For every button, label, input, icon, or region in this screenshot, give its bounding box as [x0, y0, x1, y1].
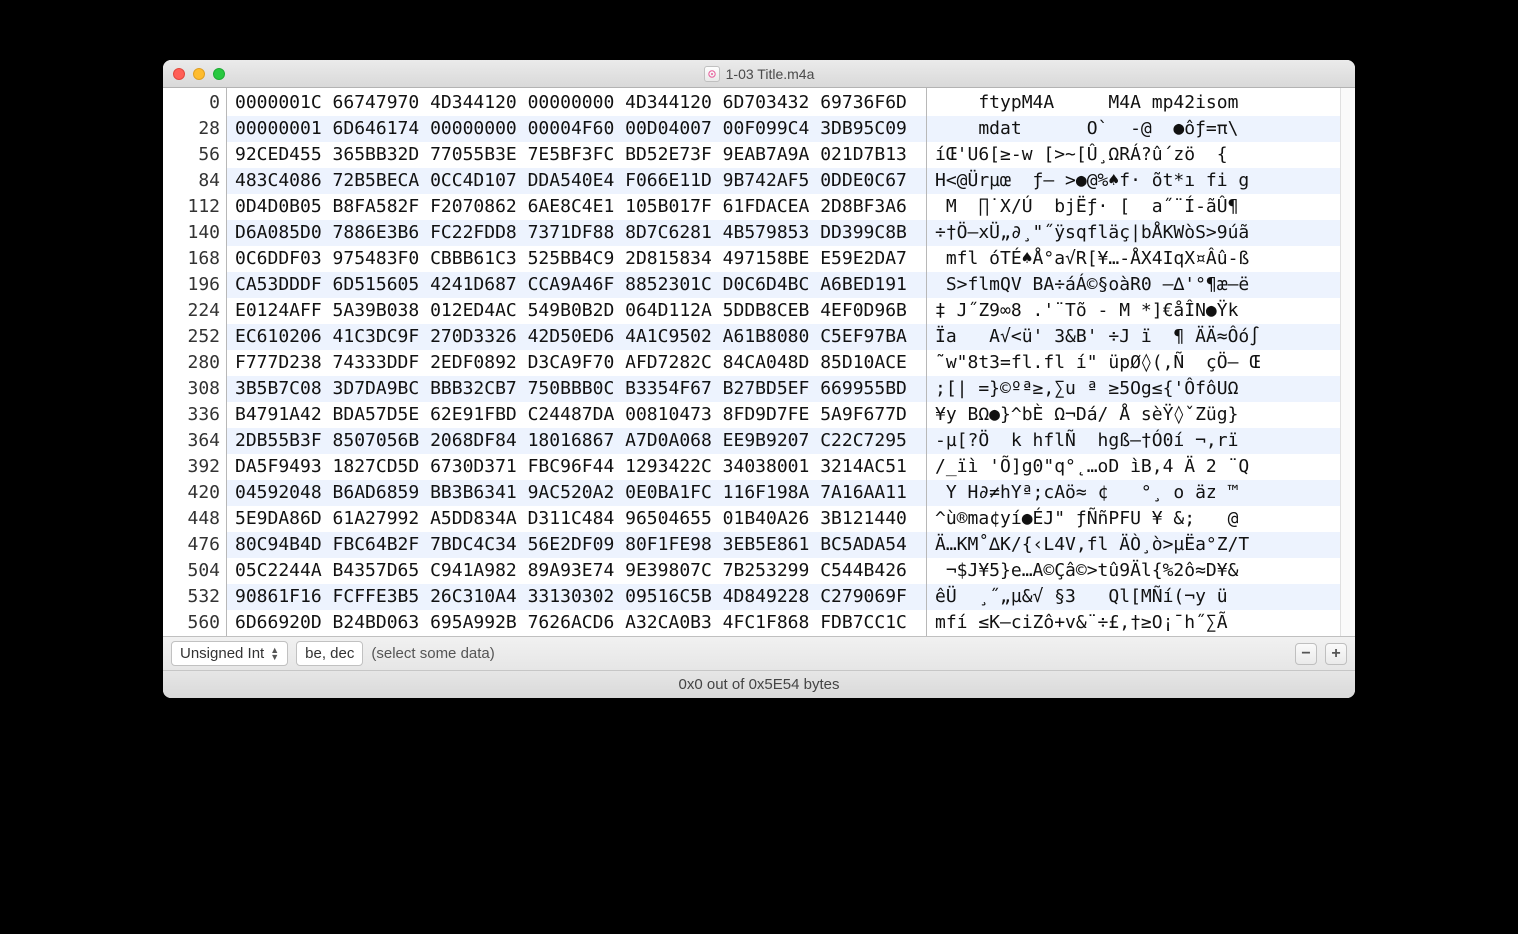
minimize-button[interactable] — [193, 68, 205, 80]
hex-row[interactable]: CA53DDDF 6D515605 4241D687 CCA9A46F 8852… — [227, 272, 926, 298]
window-controls — [163, 68, 225, 80]
ascii-row[interactable]: mdat O` -@ ●ôƒ=π\ — [927, 116, 1340, 142]
window-title: 1-03 Title.m4a — [726, 66, 815, 82]
offset-cell: 476 — [163, 532, 226, 558]
ascii-row[interactable]: ftypM4A M4A mp42isom — [927, 90, 1340, 116]
status-text: 0x0 out of 0x5E54 bytes — [679, 676, 840, 693]
hex-row[interactable]: D6A085D0 7886E3B6 FC22FDD8 7371DF88 8D7C… — [227, 220, 926, 246]
hex-row[interactable]: 2DB55B3F 8507056B 2068DF84 18016867 A7D0… — [227, 428, 926, 454]
zoom-button[interactable] — [213, 68, 225, 80]
ascii-row[interactable]: ‡ J˝Z9∞8 .'¨Tõ - M *]€åÎN●Ÿk — [927, 298, 1340, 324]
hex-row[interactable]: 90861F16 FCFFE3B5 26C310A4 33130302 0951… — [227, 584, 926, 610]
offset-cell: 392 — [163, 454, 226, 480]
offset-cell: 364 — [163, 428, 226, 454]
ascii-row[interactable]: mfí ≤K—ciZô+v&¨÷£,†≥O¡¯h˝∑Ã — [927, 610, 1340, 636]
ascii-row[interactable]: ;[| =}©ºª≥,∑u ª ≥5Og≤{'ÔfôUΩ — [927, 376, 1340, 402]
data-type-selector[interactable]: Unsigned Int ▲▼ — [171, 641, 288, 666]
ascii-column[interactable]: ftypM4A M4A mp42isom mdat O` -@ ●ôƒ=π\íŒ… — [927, 88, 1340, 636]
hex-row[interactable]: E0124AFF 5A39B038 012ED4AC 549B0B2D 064D… — [227, 298, 926, 324]
hex-editor-window: 1-03 Title.m4a 0285684112140168196224252… — [163, 60, 1355, 698]
offset-cell: 196 — [163, 272, 226, 298]
offset-cell: 308 — [163, 376, 226, 402]
offset-cell: 28 — [163, 116, 226, 142]
status-bar: 0x0 out of 0x5E54 bytes — [163, 670, 1355, 698]
ascii-row[interactable]: Y H∂≠hYª;cAö≈ ¢ °¸ o äz ™ — [927, 480, 1340, 506]
offset-cell: 84 — [163, 168, 226, 194]
hex-row[interactable]: EC610206 41C3DC9F 270D3326 42D50ED6 4A1C… — [227, 324, 926, 350]
offset-cell: 532 — [163, 584, 226, 610]
ascii-row[interactable]: /_ïì 'Õ]g0"q°˛…oD ìB,4 Ä 2 ¨Q — [927, 454, 1340, 480]
hex-row[interactable]: F777D238 74333DDF 2EDF0892 D3CA9F70 AFD7… — [227, 350, 926, 376]
offset-column: 0285684112140168196224252280308336364392… — [163, 88, 227, 636]
hex-row[interactable]: 80C94B4D FBC64B2F 7BDC4C34 56E2DF09 80F1… — [227, 532, 926, 558]
offset-cell: 420 — [163, 480, 226, 506]
ascii-row[interactable]: S>flmQV BA÷áÁ©§oàR0 —∆'°¶æ—ë — [927, 272, 1340, 298]
offset-cell: 448 — [163, 506, 226, 532]
file-icon — [704, 66, 720, 82]
format-label: be, dec — [305, 645, 354, 662]
data-type-label: Unsigned Int — [180, 645, 264, 662]
ascii-row[interactable]: Ä…KM˚∆K/{‹L4V,fl ÄÒ¸ò>µËa°Z/T — [927, 532, 1340, 558]
titlebar[interactable]: 1-03 Title.m4a — [163, 60, 1355, 88]
offset-cell: 560 — [163, 610, 226, 636]
hex-row[interactable]: 05C2244A B4357D65 C941A982 89A93E74 9E39… — [227, 558, 926, 584]
vertical-scrollbar[interactable] — [1340, 88, 1355, 636]
hex-row[interactable]: DA5F9493 1827CD5D 6730D371 FBC96F44 1293… — [227, 454, 926, 480]
offset-cell: 140 — [163, 220, 226, 246]
close-button[interactable] — [173, 68, 185, 80]
plus-button[interactable]: + — [1325, 643, 1347, 665]
hex-row[interactable]: 0C6DDF03 975483F0 CBBB61C3 525BB4C9 2D81… — [227, 246, 926, 272]
offset-cell: 252 — [163, 324, 226, 350]
ascii-row[interactable]: Ïa A√<ü' 3&B' ÷J ï ¶ ÄÄ≈Ôó∫ — [927, 324, 1340, 350]
hex-row[interactable]: B4791A42 BDA57D5E 62E91FBD C24487DA 0081… — [227, 402, 926, 428]
hex-row[interactable]: 0000001C 66747970 4D344120 00000000 4D34… — [227, 90, 926, 116]
ascii-row[interactable]: êÜ ¸˝„µ&√ §3 Ql[MÑí(¬y ü — [927, 584, 1340, 610]
hex-row[interactable]: 5E9DA86D 61A27992 A5DD834A D311C484 9650… — [227, 506, 926, 532]
ascii-row[interactable]: íŒ'U6[≥-w [>~[Û¸ΩRÁ?û´zö { — [927, 142, 1340, 168]
ascii-row[interactable]: ¬$J¥5}e…A©Çâ©>tû9Äl{%2ô≈D¥& — [927, 558, 1340, 584]
offset-cell: 336 — [163, 402, 226, 428]
inspector-bar: Unsigned Int ▲▼ be, dec (select some dat… — [163, 636, 1355, 670]
format-selector[interactable]: be, dec — [296, 641, 363, 666]
hex-row[interactable]: 00000001 6D646174 00000000 00004F60 00D0… — [227, 116, 926, 142]
hex-row[interactable]: 0D4D0B05 B8FA582F F2070862 6AE8C4E1 105B… — [227, 194, 926, 220]
hex-row[interactable]: 92CED455 365BB32D 77055B3E 7E5BF3FC BD52… — [227, 142, 926, 168]
ascii-row[interactable]: ˜w"8t3=fl.fl í" üpØ◊(,Ñ çÖ— Œ — [927, 350, 1340, 376]
hex-row[interactable]: 04592048 B6AD6859 BB3B6341 9AC520A2 0E0B… — [227, 480, 926, 506]
hex-row[interactable]: 3B5B7C08 3D7DA9BC BBB32CB7 750BBB0C B335… — [227, 376, 926, 402]
ascii-row[interactable]: mfl óTÉ♠Å°a√R[¥…-ÅX4IqX¤Âû-ß — [927, 246, 1340, 272]
hex-column[interactable]: 0000001C 66747970 4D344120 00000000 4D34… — [227, 88, 927, 636]
updown-icon: ▲▼ — [270, 647, 279, 661]
ascii-row[interactable]: ^ù®ma¢yí●ÉJ" ƒÑñPFU ¥ &; @ — [927, 506, 1340, 532]
ascii-row[interactable]: H<@Ürµœ ƒ— >●@%♠f· õt*ı fi g — [927, 168, 1340, 194]
ascii-row[interactable]: ÷†Ö—xÜ„∂¸"˝ÿsqfläç|bÅKWòS>9úã — [927, 220, 1340, 246]
ascii-row[interactable]: -µ[?Ö k hflÑ hgß—†Ó0í ¬,rï — [927, 428, 1340, 454]
offset-cell: 112 — [163, 194, 226, 220]
hex-row[interactable]: 483C4086 72B5BECA 0CC4D107 DDA540E4 F066… — [227, 168, 926, 194]
ascii-row[interactable]: ¥y BΩ●}^bÈ Ω¬Dá/ Å sèŸ◊ˇZüg} — [927, 402, 1340, 428]
offset-cell: 0 — [163, 90, 226, 116]
title-wrap: 1-03 Title.m4a — [163, 66, 1355, 82]
offset-cell: 168 — [163, 246, 226, 272]
hex-view: 0285684112140168196224252280308336364392… — [163, 88, 1355, 636]
inspector-hint: (select some data) — [371, 645, 494, 662]
offset-cell: 224 — [163, 298, 226, 324]
offset-cell: 504 — [163, 558, 226, 584]
offset-cell: 280 — [163, 350, 226, 376]
hex-row[interactable]: 6D66920D B24BD063 695A992B 7626ACD6 A32C… — [227, 610, 926, 636]
minus-button[interactable]: − — [1295, 643, 1317, 665]
ascii-row[interactable]: M ∏˙X/Ú bjËƒ· [ a˝¨Í-ãÛ¶ — [927, 194, 1340, 220]
offset-cell: 56 — [163, 142, 226, 168]
